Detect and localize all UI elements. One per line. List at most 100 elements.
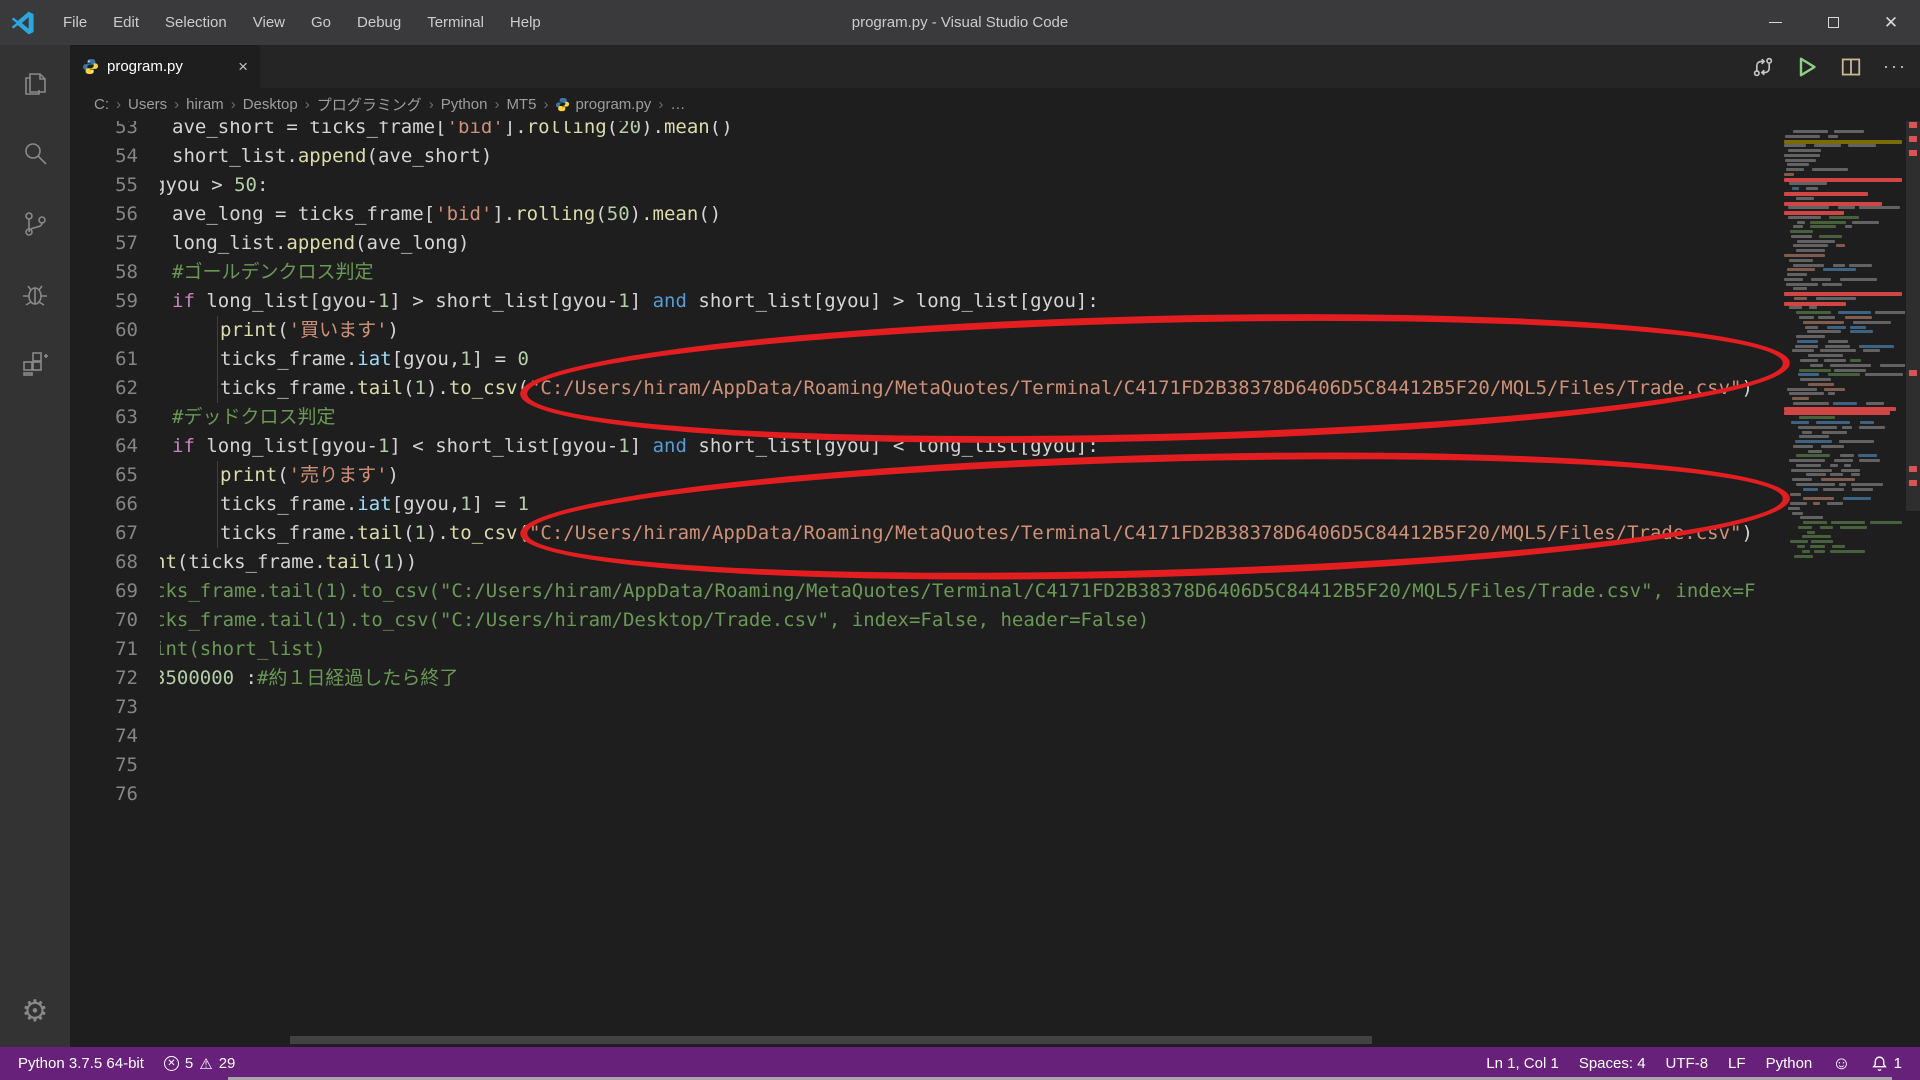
window-title: program.py - Visual Studio Code xyxy=(852,14,1069,31)
code-line-63[interactable]: 63#デッドクロス判定 xyxy=(70,403,1920,432)
indent-guide xyxy=(217,316,218,345)
breadcrumb-separator: › xyxy=(651,96,670,113)
manage-gear-icon[interactable]: ⚙ xyxy=(0,994,70,1029)
menu-view[interactable]: View xyxy=(240,9,298,36)
code-line-59[interactable]: 59if long_list[gyou-1] > short_list[gyou… xyxy=(70,287,1920,316)
breadcrumb-item-Users[interactable]: Users xyxy=(128,96,167,113)
menu-help[interactable]: Help xyxy=(497,9,554,36)
line-number: 67 xyxy=(70,519,138,548)
editor-actions: ··· xyxy=(1746,45,1912,88)
menu-debug[interactable]: Debug xyxy=(344,9,414,36)
menu-file[interactable]: File xyxy=(50,9,100,36)
menu-edit[interactable]: Edit xyxy=(100,9,152,36)
code-line-62[interactable]: 62ticks_frame.tail(1).to_csv("C:/Users/h… xyxy=(70,374,1920,403)
vscode-logo xyxy=(10,10,36,36)
extensions-icon[interactable] xyxy=(0,333,70,395)
line-number: 75 xyxy=(70,751,138,780)
code-line-61[interactable]: 61ticks_frame.iat[gyou,1] = 0 xyxy=(70,345,1920,374)
line-number: 61 xyxy=(70,345,138,374)
line-number: 56 xyxy=(70,200,138,229)
breadcrumb-item-hiram[interactable]: hiram xyxy=(186,96,224,113)
breadcrumb-separator: › xyxy=(536,96,555,113)
breadcrumb-item-MT5[interactable]: MT5 xyxy=(506,96,536,113)
error-icon: ✕ xyxy=(164,1056,179,1071)
run-python-file-icon[interactable] xyxy=(1790,50,1824,84)
code-line-58[interactable]: 58#ゴールデンクロス判定 xyxy=(70,258,1920,287)
code-line-70[interactable]: 70cks_frame.tail(1).to_csv("C:/Users/hir… xyxy=(70,606,1920,635)
split-editor-icon[interactable] xyxy=(1834,50,1868,84)
breadcrumb-item-programpy[interactable]: program.py xyxy=(555,96,651,113)
line-number: 65 xyxy=(70,461,138,490)
source-control-icon[interactable] xyxy=(0,193,70,255)
code-line-54[interactable]: 54short_list.append(ave_short) xyxy=(70,142,1920,171)
vertical-scrollbar[interactable] xyxy=(1906,121,1920,511)
line-number: 73 xyxy=(70,693,138,722)
line-number: 66 xyxy=(70,490,138,519)
line-number: 71 xyxy=(70,635,138,664)
tab-close-icon[interactable]: × xyxy=(238,57,248,77)
code-line-57[interactable]: 57long_list.append(ave_long) xyxy=(70,229,1920,258)
menu-go[interactable]: Go xyxy=(298,9,344,36)
feedback-smiley-icon[interactable]: ☺ xyxy=(1822,1047,1860,1080)
indent-guide xyxy=(217,374,218,403)
code-line-65[interactable]: 65print('売ります') xyxy=(70,461,1920,490)
code-line-66[interactable]: 66ticks_frame.iat[gyou,1] = 1 xyxy=(70,490,1920,519)
horizontal-scrollbar[interactable] xyxy=(290,1036,1372,1044)
breadcrumb-item-more[interactable]: プログラミング xyxy=(317,94,422,115)
menu-selection[interactable]: Selection xyxy=(152,9,240,36)
more-actions-icon[interactable]: ··· xyxy=(1878,50,1912,84)
breadcrumb-separator: › xyxy=(298,96,317,113)
indentation-status[interactable]: Spaces: 4 xyxy=(1569,1047,1656,1080)
encoding-status[interactable]: UTF-8 xyxy=(1656,1047,1719,1080)
minimize-button[interactable] xyxy=(1746,0,1804,45)
language-mode-status[interactable]: Python xyxy=(1756,1047,1823,1080)
code-line-67[interactable]: 67ticks_frame.tail(1).to_csv("C:/Users/h… xyxy=(70,519,1920,548)
code-line-53[interactable]: 53ave_short = ticks_frame['bid'].rolling… xyxy=(70,121,1920,142)
code-editor[interactable]: 53ave_short = ticks_frame['bid'].rolling… xyxy=(70,121,1920,1047)
open-changes-icon[interactable] xyxy=(1746,50,1780,84)
line-number: 53 xyxy=(70,121,138,142)
breadcrumb-item-Python[interactable]: Python xyxy=(441,96,488,113)
breadcrumb-item-more[interactable]: … xyxy=(670,96,685,113)
minimap[interactable] xyxy=(1780,121,1905,1047)
code-line-60[interactable]: 60print('買います') xyxy=(70,316,1920,345)
python-file-icon xyxy=(555,97,570,112)
tab-bar: program.py × ··· xyxy=(70,45,1920,88)
eol-status[interactable]: LF xyxy=(1718,1047,1756,1080)
line-number: 58 xyxy=(70,258,138,287)
line-number: 63 xyxy=(70,403,138,432)
breadcrumb-item-C[interactable]: C: xyxy=(94,96,109,113)
code-line-64[interactable]: 64if long_list[gyou-1] < short_list[gyou… xyxy=(70,432,1920,461)
explorer-icon[interactable] xyxy=(0,53,70,115)
code-line-68[interactable]: 68nt(ticks_frame.tail(1)) xyxy=(70,548,1920,577)
code-line-69[interactable]: 69cks_frame.tail(1).to_csv("C:/Users/hir… xyxy=(70,577,1920,606)
line-number: 55 xyxy=(70,171,138,200)
python-interpreter-status[interactable]: Python 3.7.5 64-bit xyxy=(8,1047,154,1080)
search-icon[interactable] xyxy=(0,123,70,185)
code-line-75[interactable]: 75 xyxy=(70,751,1920,780)
restore-button[interactable] xyxy=(1804,0,1862,45)
code-line-72[interactable]: 723500000 :#約１日経過したら終了 xyxy=(70,664,1920,693)
line-number: 69 xyxy=(70,577,138,606)
notifications-bell[interactable]: 1 xyxy=(1861,1047,1912,1080)
code-line-74[interactable]: 74 xyxy=(70,722,1920,751)
code-line-73[interactable]: 73 xyxy=(70,693,1920,722)
warning-count: 29 xyxy=(219,1055,236,1072)
close-button[interactable]: ✕ xyxy=(1862,0,1920,45)
code-line-55[interactable]: 55gyou > 50: xyxy=(70,171,1920,200)
indent-guide xyxy=(217,345,218,374)
tab-program-py[interactable]: program.py × xyxy=(70,45,260,88)
problems-status[interactable]: ✕ 5 ⚠ 29 xyxy=(154,1047,245,1080)
breadcrumb-separator: › xyxy=(422,96,441,113)
code-line-76[interactable]: 76 xyxy=(70,780,1920,809)
line-number: 74 xyxy=(70,722,138,751)
cursor-position-status[interactable]: Ln 1, Col 1 xyxy=(1476,1047,1569,1080)
debug-icon[interactable] xyxy=(0,263,70,325)
error-count: 5 xyxy=(185,1055,193,1072)
breadcrumb-separator: › xyxy=(167,96,186,113)
breadcrumb-item-Desktop[interactable]: Desktop xyxy=(243,96,298,113)
notification-count: 1 xyxy=(1894,1055,1902,1072)
menu-terminal[interactable]: Terminal xyxy=(414,9,497,36)
code-line-71[interactable]: 71int(short_list) xyxy=(70,635,1920,664)
code-line-56[interactable]: 56ave_long = ticks_frame['bid'].rolling(… xyxy=(70,200,1920,229)
